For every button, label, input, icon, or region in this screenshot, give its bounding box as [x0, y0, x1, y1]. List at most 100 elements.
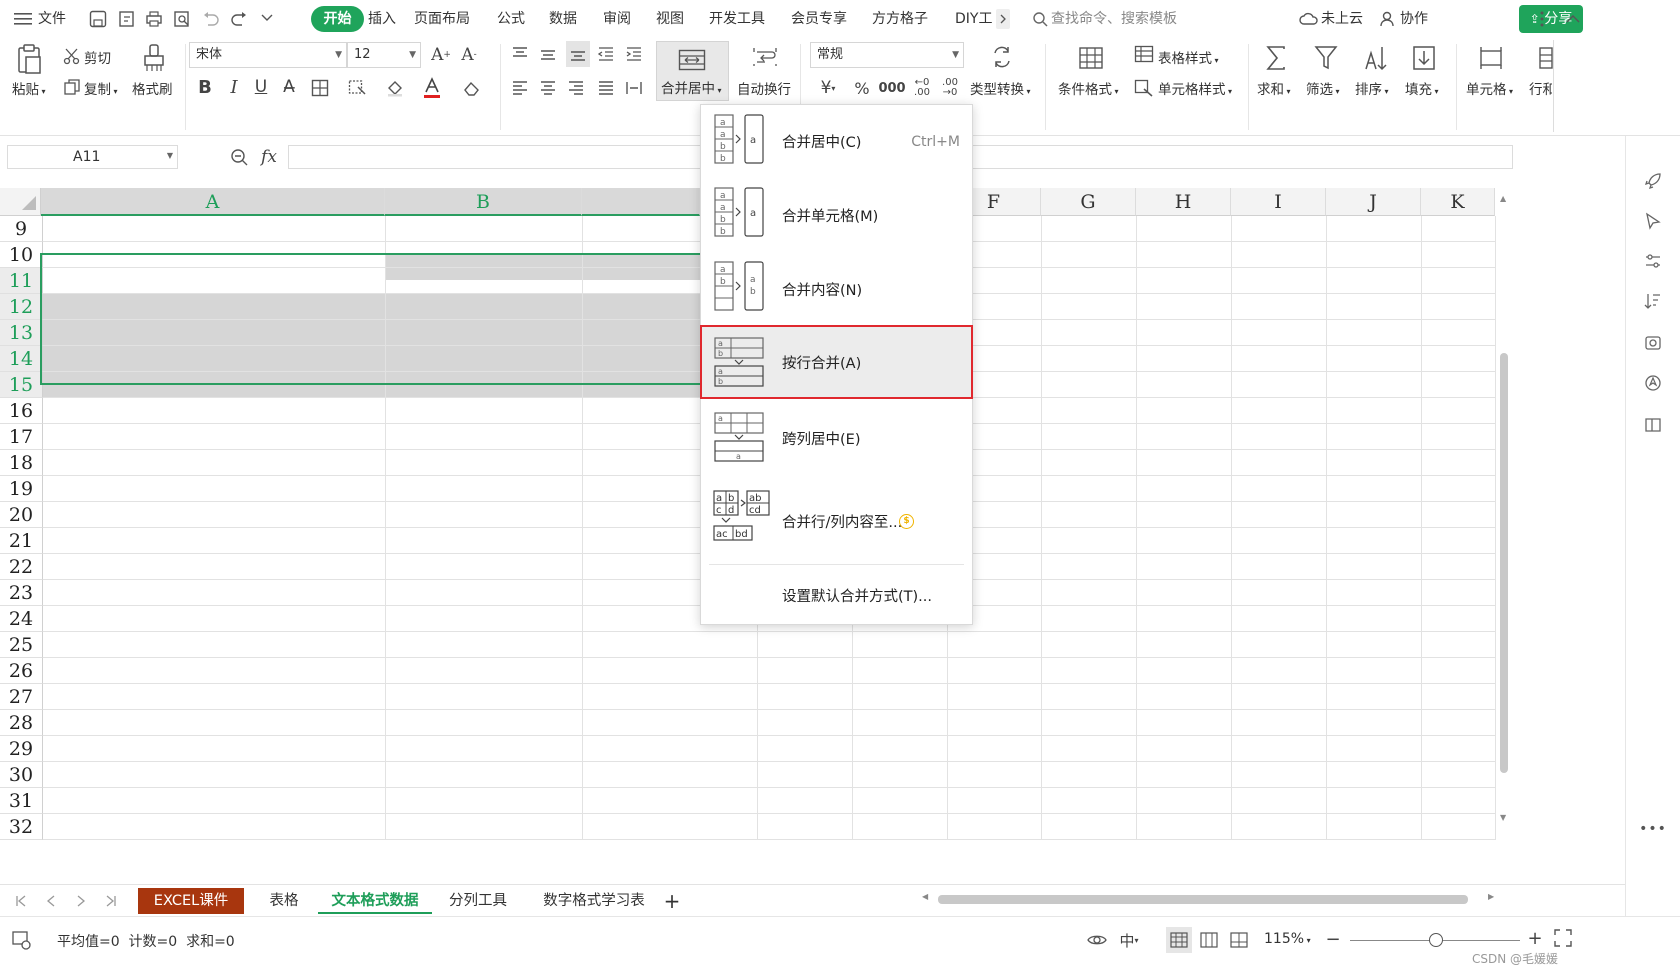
tab-developer[interactable]: 开发工具: [709, 8, 765, 30]
insert-function-icon[interactable]: fx: [257, 145, 281, 169]
strikethrough-icon[interactable]: A̶: [279, 76, 299, 98]
align-center-icon[interactable]: [538, 78, 558, 98]
decrease-font-icon[interactable]: A-: [458, 44, 480, 66]
row-header-18[interactable]: 18: [0, 450, 43, 476]
vertical-scroll-thumb[interactable]: [1500, 353, 1508, 773]
search-command-input[interactable]: 查找命令、搜索模板: [1051, 8, 1177, 30]
page-layout-view-icon[interactable]: [1196, 927, 1222, 953]
ribbon-scrollbar[interactable]: [1553, 40, 1563, 132]
save-icon[interactable]: [88, 9, 108, 29]
auto-wrap-icon[interactable]: [750, 44, 780, 70]
cell-button[interactable]: 单元格 ▾: [1466, 78, 1513, 98]
zoom-level[interactable]: 115% ▾: [1264, 931, 1311, 947]
sheet-tab-excel-courseware[interactable]: EXCEL课件: [138, 888, 244, 914]
row-header-21[interactable]: 21: [0, 528, 43, 554]
decrease-indent-icon[interactable]: [596, 44, 616, 64]
name-box[interactable]: A11 ▼: [7, 145, 178, 169]
menu-item-merge-by-row[interactable]: abab 按行合并(A): [700, 325, 973, 399]
cell-style-fill-icon[interactable]: [346, 78, 370, 98]
last-sheet-icon[interactable]: [102, 892, 120, 910]
menu-item-center-across[interactable]: aa 跨列居中(E): [701, 398, 972, 478]
filter-button[interactable]: 筛选 ▾: [1306, 78, 1340, 98]
menu-item-default-merge-setting[interactable]: 设置默认合并方式(T)...: [701, 565, 972, 625]
fill-button[interactable]: 填充 ▾: [1405, 78, 1439, 98]
zoom-out-icon[interactable]: −: [1324, 929, 1342, 950]
more-tabs-chevron-icon[interactable]: [996, 9, 1010, 29]
italic-icon[interactable]: I: [224, 76, 244, 98]
font-size-select[interactable]: 12 ▼: [347, 42, 421, 68]
number-format-select[interactable]: 常规 ▼: [810, 42, 964, 68]
column-header-c[interactable]: [582, 188, 700, 216]
row-header-31[interactable]: 31: [0, 788, 43, 814]
tab-view[interactable]: 视图: [656, 8, 684, 30]
more-sidebar-icon[interactable]: •••: [1639, 820, 1666, 838]
decrease-decimal-icon[interactable]: .00 →0: [938, 76, 962, 100]
quick-access-dropdown-icon[interactable]: [260, 11, 274, 25]
horizontal-scrollbar[interactable]: ◀ ▶: [920, 892, 1510, 906]
tab-fangfang[interactable]: 方方格子: [872, 8, 928, 30]
column-header-b[interactable]: B: [385, 188, 582, 216]
undo-icon[interactable]: [201, 9, 221, 29]
row-header-17[interactable]: 17: [0, 424, 43, 450]
zoom-in-icon[interactable]: +: [1526, 928, 1544, 949]
menu-item-merge-row-col-content[interactable]: a b c d ab cd ac bd 合并行/列内容至... $: [701, 478, 972, 564]
export-pdf-icon[interactable]: [117, 9, 137, 29]
tab-review[interactable]: 审阅: [603, 8, 631, 30]
sum-button[interactable]: 求和 ▾: [1257, 78, 1291, 98]
tab-data[interactable]: 数据: [549, 8, 577, 30]
sort-panel-icon[interactable]: [1642, 290, 1664, 312]
sort-icon[interactable]: [1361, 43, 1389, 73]
vertical-scrollbar[interactable]: ▲ ▼: [1497, 188, 1511, 828]
format-painter-button[interactable]: 格式刷: [132, 78, 173, 98]
sort-button[interactable]: 排序 ▾: [1355, 78, 1389, 98]
eye-protection-icon[interactable]: [1086, 929, 1108, 951]
prev-sheet-icon[interactable]: [42, 892, 60, 910]
align-right-icon[interactable]: [566, 78, 586, 98]
normal-view-icon[interactable]: [1166, 927, 1192, 953]
sheet-tab-table[interactable]: 表格: [252, 888, 316, 914]
row-header-12[interactable]: 12: [0, 294, 43, 320]
cell-style-button[interactable]: 单元格样式 ▾: [1158, 78, 1232, 98]
row-header-13[interactable]: 13: [0, 320, 43, 346]
thousands-separator-icon[interactable]: 000: [878, 78, 905, 98]
fill-color-icon[interactable]: [384, 78, 408, 98]
merge-center-button[interactable]: 合并居中 ▾: [656, 41, 729, 101]
page-break-view-icon[interactable]: [1226, 927, 1252, 953]
clear-format-icon[interactable]: [460, 78, 484, 98]
table-style-icon[interactable]: [1133, 44, 1155, 64]
underline-icon[interactable]: U: [251, 76, 271, 98]
type-convert-button[interactable]: 类型转换 ▾: [970, 78, 1031, 98]
column-header-j[interactable]: J: [1326, 188, 1421, 216]
sheet-tab-text-format-data[interactable]: 文本格式数据: [318, 888, 432, 914]
row-header-14[interactable]: 14: [0, 346, 43, 372]
book-icon[interactable]: [1642, 414, 1664, 436]
tab-diy[interactable]: DIY工: [955, 8, 992, 30]
rocket-icon[interactable]: [1642, 170, 1664, 192]
row-header-10[interactable]: 10: [0, 242, 43, 268]
next-sheet-icon[interactable]: [72, 892, 90, 910]
adjust-sliders-icon[interactable]: [1642, 250, 1664, 272]
border-icon[interactable]: [308, 78, 332, 98]
first-sheet-icon[interactable]: [12, 892, 30, 910]
scroll-left-icon[interactable]: ◀: [922, 892, 928, 901]
row-header-27[interactable]: 27: [0, 684, 43, 710]
fullscreen-icon[interactable]: [1552, 927, 1574, 949]
row-header-28[interactable]: 28: [0, 710, 43, 736]
sum-icon[interactable]: [1262, 43, 1290, 73]
column-header-k[interactable]: K: [1421, 188, 1495, 216]
row-header-9[interactable]: 9: [0, 216, 43, 242]
currency-icon[interactable]: ¥ ▾: [816, 78, 840, 98]
row-header-23[interactable]: 23: [0, 580, 43, 606]
align-bottom-icon[interactable]: [566, 41, 590, 67]
type-convert-icon[interactable]: [988, 44, 1016, 70]
chinese-input-icon[interactable]: 中 ▾: [1114, 929, 1144, 951]
sheet-tab-split-tool[interactable]: 分列工具: [440, 888, 516, 914]
row-header-11[interactable]: 11: [0, 268, 43, 294]
cut-icon[interactable]: [62, 46, 82, 66]
align-left-icon[interactable]: [510, 78, 530, 98]
copy-icon[interactable]: [62, 77, 82, 97]
horizontal-scroll-thumb[interactable]: [938, 895, 1468, 904]
macro-record-icon[interactable]: [10, 929, 32, 951]
percent-icon[interactable]: %: [852, 78, 872, 98]
row-header-30[interactable]: 30: [0, 762, 43, 788]
